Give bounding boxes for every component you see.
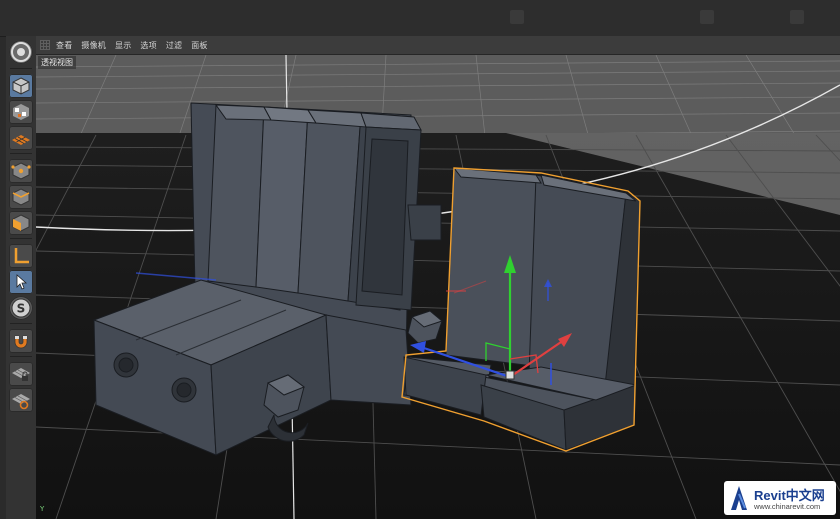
workplane-planar-icon[interactable] xyxy=(9,388,33,412)
viewport-menubar: 查看 摄像机 显示 选项 过滤 面板 xyxy=(36,36,840,55)
menu-camera[interactable]: 摄像机 xyxy=(81,40,106,51)
snap-magnet-icon[interactable] xyxy=(9,329,33,353)
point-mode-icon[interactable] xyxy=(9,159,33,183)
menu-filter[interactable]: 过滤 xyxy=(166,40,182,51)
tweak-mode-icon[interactable] xyxy=(9,270,33,294)
edge-mode-icon[interactable] xyxy=(9,185,33,209)
panel-icon[interactable] xyxy=(700,10,714,24)
menu-display[interactable]: 显示 xyxy=(115,40,131,51)
polygon-mode-icon[interactable] xyxy=(9,211,33,235)
viewport-view-label: 透视视图 xyxy=(38,56,76,69)
cinema4d-window: S 查看 摄像机 显示 选项 过滤 面板 透视视图 Y Revit中文网 www… xyxy=(0,0,840,519)
solo-mode-icon[interactable]: S xyxy=(9,296,33,320)
axis-indicator-label: Y xyxy=(40,505,45,513)
top-panel-strip xyxy=(0,0,840,37)
watermark-badge: Revit中文网 www.chinarevit.com xyxy=(724,481,836,515)
menu-panel[interactable]: 面板 xyxy=(191,40,207,51)
scene-canvas[interactable] xyxy=(36,55,840,519)
axis-mode-icon[interactable] xyxy=(9,244,33,268)
panel-icon[interactable] xyxy=(510,10,524,24)
workplane-mode-icon[interactable] xyxy=(9,126,33,150)
grip-icon[interactable] xyxy=(40,40,50,50)
menu-view[interactable]: 查看 xyxy=(56,40,72,51)
c4d-logo-icon[interactable] xyxy=(9,40,33,64)
panel-icon[interactable] xyxy=(790,10,804,24)
texture-mode-icon[interactable] xyxy=(9,100,33,124)
menu-options[interactable]: 选项 xyxy=(140,40,156,51)
model-mode-icon[interactable] xyxy=(9,74,33,98)
watermark-url: www.chinarevit.com xyxy=(754,502,821,511)
gizmo-center-handle[interactable] xyxy=(505,370,515,380)
workplane-lock-icon[interactable] xyxy=(9,362,33,386)
svg-text:S: S xyxy=(17,302,26,316)
perspective-viewport[interactable]: 透视视图 Y Revit中文网 www.chinarevit.com xyxy=(36,55,840,519)
left-mode-toolbar: S xyxy=(6,36,36,519)
revit-logo-icon xyxy=(731,486,747,510)
